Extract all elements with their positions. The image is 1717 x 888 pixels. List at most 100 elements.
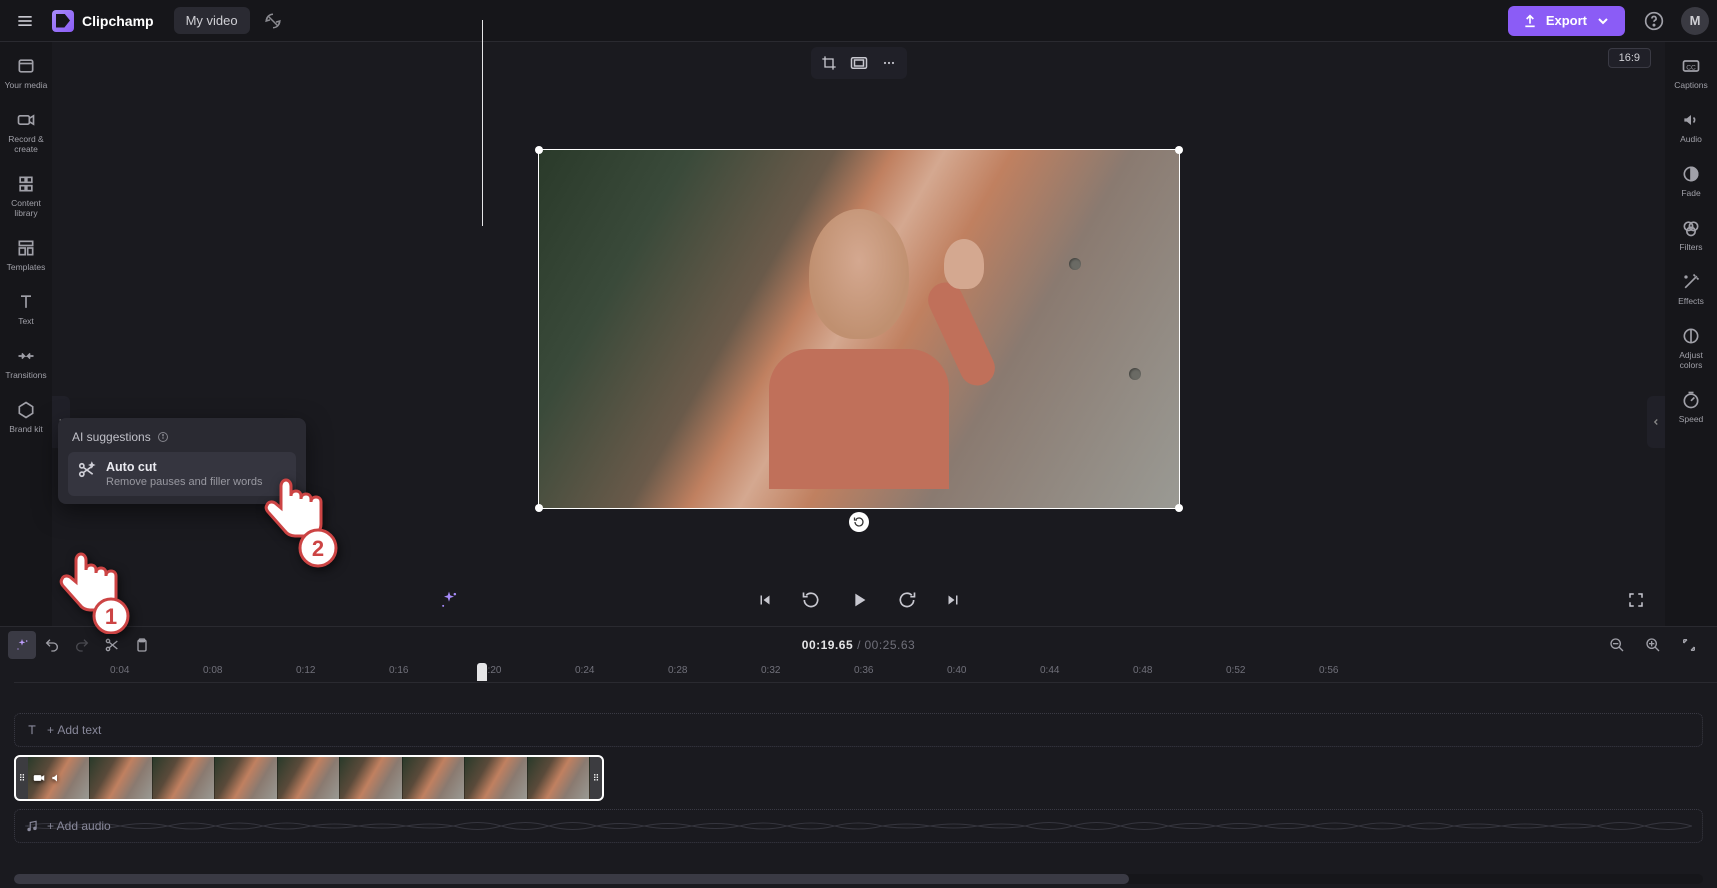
- resize-handle-bottom-right[interactable]: [1175, 504, 1183, 512]
- timeline-scrollbar[interactable]: [14, 874, 1703, 884]
- sidebar-label: Templates: [7, 262, 46, 272]
- clip-trim-left[interactable]: ⠿: [16, 757, 28, 799]
- sidebar-label: Brand kit: [9, 424, 43, 434]
- audio-waveform-preview: [25, 819, 1692, 833]
- resize-handle-top-left[interactable]: [535, 146, 543, 154]
- expand-right-panel-button[interactable]: [1647, 396, 1665, 448]
- ruler-tick: 0:44: [1040, 665, 1059, 676]
- playhead-line: [482, 20, 483, 226]
- ruler-tick: 0:24: [575, 665, 594, 676]
- text-icon: [25, 723, 39, 737]
- ruler-tick: 0:12: [296, 665, 315, 676]
- inspector-item-speed[interactable]: Speed: [1667, 382, 1715, 432]
- ruler-tick: 0:28: [668, 665, 687, 676]
- playhead-handle[interactable]: [477, 663, 487, 681]
- fullscreen-button[interactable]: [1621, 585, 1651, 615]
- text-track[interactable]: + Add text: [14, 713, 1703, 747]
- ruler-tick: 0:32: [761, 665, 780, 676]
- sidebar-label: Record & create: [4, 134, 48, 154]
- inspector-label: Effects: [1678, 296, 1704, 306]
- info-icon: [157, 431, 169, 443]
- ruler-tick: 0:04: [110, 665, 129, 676]
- inspector-label: Captions: [1674, 80, 1708, 90]
- audio-track[interactable]: + Add audio: [14, 809, 1703, 843]
- time-separator: /: [857, 638, 860, 652]
- inspector-item-adjust-colors[interactable]: Adjust colors: [1667, 318, 1715, 378]
- volume-icon: [50, 771, 64, 785]
- export-label: Export: [1546, 13, 1587, 28]
- redo-button: [68, 631, 96, 659]
- clip-thumbnails: [28, 757, 590, 799]
- inspector-item-captions[interactable]: CC Captions: [1667, 48, 1715, 98]
- sidebar-item-text[interactable]: Text: [2, 284, 50, 334]
- scrollbar-thumb[interactable]: [14, 874, 1129, 884]
- export-button[interactable]: Export: [1508, 6, 1625, 36]
- rotate-handle[interactable]: [849, 512, 869, 532]
- inspector-item-fade[interactable]: Fade: [1667, 156, 1715, 206]
- svg-text:2: 2: [312, 536, 324, 561]
- app-name: Clipchamp: [82, 13, 154, 29]
- right-sidebar: CC Captions Audio Fade Filters Effects: [1665, 42, 1717, 626]
- left-sidebar: Your media Record & create Content libra…: [0, 42, 52, 626]
- more-options-button[interactable]: [874, 50, 904, 76]
- sidebar-label: Content library: [4, 198, 48, 218]
- split-button[interactable]: [98, 631, 126, 659]
- sync-status-icon: [264, 12, 282, 30]
- resize-handle-bottom-left[interactable]: [535, 504, 543, 512]
- auto-cut-title: Auto cut: [106, 460, 263, 474]
- crop-button[interactable]: [814, 50, 844, 76]
- resize-handle-top-right[interactable]: [1175, 146, 1183, 154]
- inspector-label: Speed: [1679, 414, 1704, 424]
- logo[interactable]: Clipchamp: [52, 10, 154, 32]
- rewind-10-button[interactable]: [796, 585, 826, 615]
- inspector-item-audio[interactable]: Audio: [1667, 102, 1715, 152]
- total-time: 00:25.63: [865, 638, 916, 652]
- forward-10-button[interactable]: [892, 585, 922, 615]
- sidebar-item-record-create[interactable]: Record & create: [2, 102, 50, 162]
- sidebar-item-transitions[interactable]: Transitions: [2, 338, 50, 388]
- tutorial-pointer-2: 2: [246, 474, 342, 568]
- sidebar-item-brand-kit[interactable]: Brand kit: [2, 392, 50, 442]
- skip-previous-button[interactable]: [750, 585, 780, 615]
- menu-button[interactable]: [8, 4, 42, 38]
- canvas-tool-group: [811, 47, 907, 79]
- user-avatar[interactable]: M: [1681, 7, 1709, 35]
- ai-suggestions-button[interactable]: [8, 631, 36, 659]
- timeline-ruler[interactable]: 0:040:080:120:160:200:240:280:320:360:40…: [14, 663, 1717, 683]
- timeline-timecode: 00:19.65 / 00:25.63: [802, 638, 915, 652]
- tutorial-pointer-1: 1: [38, 546, 138, 634]
- ai-effects-icon[interactable]: [434, 585, 464, 615]
- fit-timeline-button[interactable]: [1675, 631, 1703, 659]
- play-button[interactable]: [842, 583, 876, 617]
- video-icon: [32, 771, 46, 785]
- paste-button[interactable]: [128, 631, 156, 659]
- zoom-out-button[interactable]: [1603, 631, 1631, 659]
- skip-next-button[interactable]: [938, 585, 968, 615]
- ruler-tick: 0:36: [854, 665, 873, 676]
- project-title-input[interactable]: My video: [174, 7, 250, 34]
- sidebar-item-content-library[interactable]: Content library: [2, 166, 50, 226]
- svg-text:1: 1: [105, 604, 117, 629]
- ruler-tick: 0:48: [1133, 665, 1152, 676]
- inspector-item-effects[interactable]: Effects: [1667, 264, 1715, 314]
- undo-button[interactable]: [38, 631, 66, 659]
- ai-suggestions-title: AI suggestions: [72, 430, 151, 444]
- scissors-sparkle-icon: [76, 460, 96, 480]
- sidebar-label: Text: [18, 316, 34, 326]
- auto-cut-description: Remove pauses and filler words: [106, 476, 263, 488]
- aspect-ratio-selector[interactable]: 16:9: [1608, 48, 1651, 68]
- zoom-in-button[interactable]: [1639, 631, 1667, 659]
- video-canvas[interactable]: [538, 149, 1180, 509]
- inspector-label: Audio: [1680, 134, 1702, 144]
- inspector-label: Fade: [1681, 188, 1700, 198]
- sidebar-item-templates[interactable]: Templates: [2, 230, 50, 280]
- clip-trim-right[interactable]: ⠿: [590, 757, 602, 799]
- help-button[interactable]: [1637, 4, 1671, 38]
- svg-text:CC: CC: [1686, 64, 1696, 71]
- sidebar-item-your-media[interactable]: Your media: [2, 48, 50, 98]
- fit-fill-button[interactable]: [844, 50, 874, 76]
- video-clip[interactable]: ⠿ ⠿: [14, 755, 604, 801]
- inspector-item-filters[interactable]: Filters: [1667, 210, 1715, 260]
- video-track: ⠿ ⠿: [14, 755, 1703, 801]
- video-preview-frame: [539, 150, 1179, 508]
